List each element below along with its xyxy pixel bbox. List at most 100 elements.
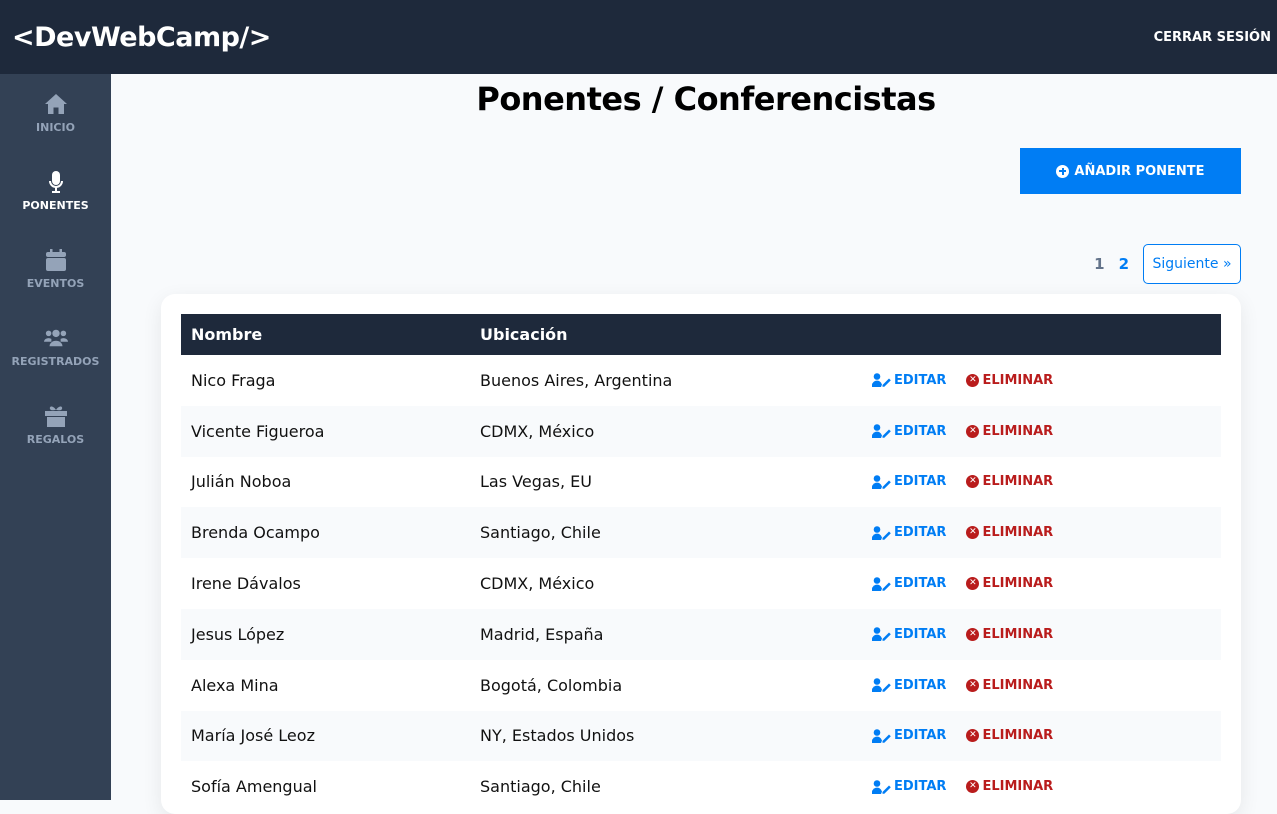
delete-button[interactable]: ✕ Eliminar: [966, 525, 1053, 540]
sidebar: Inicio Ponentes Eventos Registrados Rega…: [0, 74, 111, 800]
page-2[interactable]: 2: [1115, 255, 1133, 273]
sidebar-item-eventos[interactable]: Eventos: [0, 230, 111, 308]
x-circle-icon: ✕: [966, 678, 980, 692]
user-edit-icon: [872, 576, 891, 591]
speaker-name: Irene Dávalos: [191, 574, 301, 594]
delete-label: Eliminar: [982, 576, 1054, 592]
edit-button[interactable]: Editar: [872, 678, 946, 693]
delete-button[interactable]: ✕ Eliminar: [966, 373, 1053, 388]
edit-button[interactable]: Editar: [872, 474, 946, 489]
edit-label: Editar: [894, 779, 947, 795]
speaker-name: Alexa Mina: [191, 675, 279, 695]
delete-button[interactable]: ✕ Eliminar: [966, 576, 1053, 591]
edit-label: Editar: [894, 677, 947, 693]
x-circle-icon: ✕: [966, 373, 980, 387]
speaker-location: Buenos Aires, Argentina: [480, 370, 673, 390]
logout-button[interactable]: Cerrar Sesión: [1154, 30, 1271, 45]
speaker-name: Sofía Amengual: [191, 777, 317, 797]
row-actions: Editar ✕ Eliminar: [862, 660, 1221, 711]
table-row: Vicente Figueroa CDMX, México Editar ✕ Elimi…: [181, 405, 1221, 457]
add-speaker-button[interactable]: Añadir Ponente: [1020, 148, 1241, 194]
column-header-actions: [862, 314, 1221, 355]
table-header-row: Nombre Ubicación: [181, 314, 1221, 355]
sidebar-item-label: Eventos: [26, 277, 85, 290]
speaker-name: Brenda Ocampo: [191, 523, 320, 543]
page-title: Ponentes / Conferencistas: [476, 80, 936, 118]
delete-button[interactable]: ✕ Eliminar: [966, 678, 1053, 693]
speaker-name: Jesus López: [191, 624, 285, 644]
delete-label: Eliminar: [982, 728, 1054, 744]
edit-button[interactable]: Editar: [872, 576, 946, 591]
delete-button[interactable]: ✕ Eliminar: [966, 779, 1053, 794]
gift-icon: [44, 404, 68, 428]
speaker-location: NY, Estados Unidos: [480, 726, 635, 746]
column-header-ubicacion: Ubicación: [480, 325, 568, 344]
next-page-button[interactable]: Siguiente »: [1143, 244, 1241, 284]
speaker-location: CDMX, México: [480, 421, 595, 441]
pagination: 1 2 Siguiente »: [111, 244, 1241, 284]
delete-label: Eliminar: [982, 372, 1054, 388]
x-circle-icon: ✕: [966, 526, 980, 540]
x-circle-icon: ✕: [966, 577, 980, 591]
delete-button[interactable]: ✕ Eliminar: [966, 474, 1053, 489]
edit-button[interactable]: Editar: [872, 779, 946, 794]
logo[interactable]: <DevWebCamp/>: [12, 22, 271, 53]
edit-button[interactable]: Editar: [872, 728, 946, 743]
x-circle-icon: ✕: [966, 627, 980, 641]
user-edit-icon: [872, 424, 891, 439]
user-edit-icon: [872, 678, 891, 693]
x-circle-icon: ✕: [966, 729, 980, 743]
sidebar-item-registrados[interactable]: Registrados: [0, 308, 111, 386]
speakers-table: Nombre Ubicación Nico Fraga Buenos Aires,…: [181, 314, 1221, 812]
table-row: Alexa Mina Bogotá, Colombia Editar ✕ Elimina…: [181, 660, 1221, 711]
edit-label: Editar: [894, 474, 947, 490]
sidebar-item-label: Ponentes: [22, 199, 89, 212]
row-actions: Editar ✕ Eliminar: [862, 406, 1221, 457]
user-edit-icon: [872, 373, 891, 388]
sidebar-item-regalos[interactable]: Regalos: [0, 386, 111, 464]
edit-button[interactable]: Editar: [872, 525, 946, 540]
delete-button[interactable]: ✕ Eliminar: [966, 728, 1053, 743]
edit-label: Editar: [894, 423, 947, 439]
row-actions: Editar ✕ Eliminar: [862, 457, 1221, 508]
edit-label: Editar: [894, 525, 947, 541]
home-icon: [44, 92, 68, 116]
sidebar-item-label: Registrados: [11, 355, 100, 368]
speaker-name: María José Leoz: [191, 726, 315, 746]
speaker-location: Madrid, España: [480, 624, 604, 644]
delete-label: Eliminar: [982, 423, 1054, 439]
page-1[interactable]: 1: [1090, 255, 1108, 273]
delete-label: Eliminar: [982, 474, 1054, 490]
edit-button[interactable]: Editar: [872, 373, 946, 388]
row-actions: Editar ✕ Eliminar: [862, 355, 1221, 406]
top-header: <DevWebCamp/> Cerrar Sesión: [0, 0, 1277, 74]
sidebar-item-ponentes[interactable]: Ponentes: [0, 152, 111, 230]
row-actions: Editar ✕ Eliminar: [862, 558, 1221, 609]
speaker-name: Vicente Figueroa: [191, 421, 325, 441]
speaker-location: Bogotá, Colombia: [480, 675, 623, 695]
column-header-nombre: Nombre: [191, 325, 263, 344]
edit-label: Editar: [894, 626, 947, 642]
edit-label: Editar: [894, 576, 947, 592]
x-circle-icon: ✕: [966, 424, 980, 438]
speaker-name: Julián Noboa: [191, 472, 292, 492]
delete-button[interactable]: ✕ Eliminar: [966, 627, 1053, 642]
sidebar-item-inicio[interactable]: Inicio: [0, 74, 111, 152]
delete-button[interactable]: ✕ Eliminar: [966, 424, 1053, 439]
user-edit-icon: [872, 525, 891, 540]
edit-label: Editar: [894, 728, 947, 744]
user-edit-icon: [872, 627, 891, 642]
edit-label: Editar: [894, 372, 947, 388]
row-actions: Editar ✕ Eliminar: [862, 507, 1221, 558]
plus-circle-icon: [1056, 164, 1070, 178]
speakers-table-card: Nombre Ubicación Nico Fraga Buenos Aires,…: [161, 294, 1241, 814]
users-icon: [43, 326, 68, 350]
user-edit-icon: [872, 475, 891, 489]
main-content: Ponentes / Conferencistas Añadir Ponente…: [111, 74, 1277, 814]
edit-button[interactable]: Editar: [872, 627, 946, 642]
row-actions: Editar ✕ Eliminar: [862, 761, 1221, 812]
table-row: Brenda Ocampo Santiago, Chile Editar ✕ Elimi…: [181, 507, 1221, 559]
table-row: Nico Fraga Buenos Aires, Argentina Editar ✕…: [181, 355, 1221, 406]
table-row: Jesus López Madrid, España Editar ✕ Eliminar: [181, 608, 1221, 660]
edit-button[interactable]: Editar: [872, 424, 946, 439]
